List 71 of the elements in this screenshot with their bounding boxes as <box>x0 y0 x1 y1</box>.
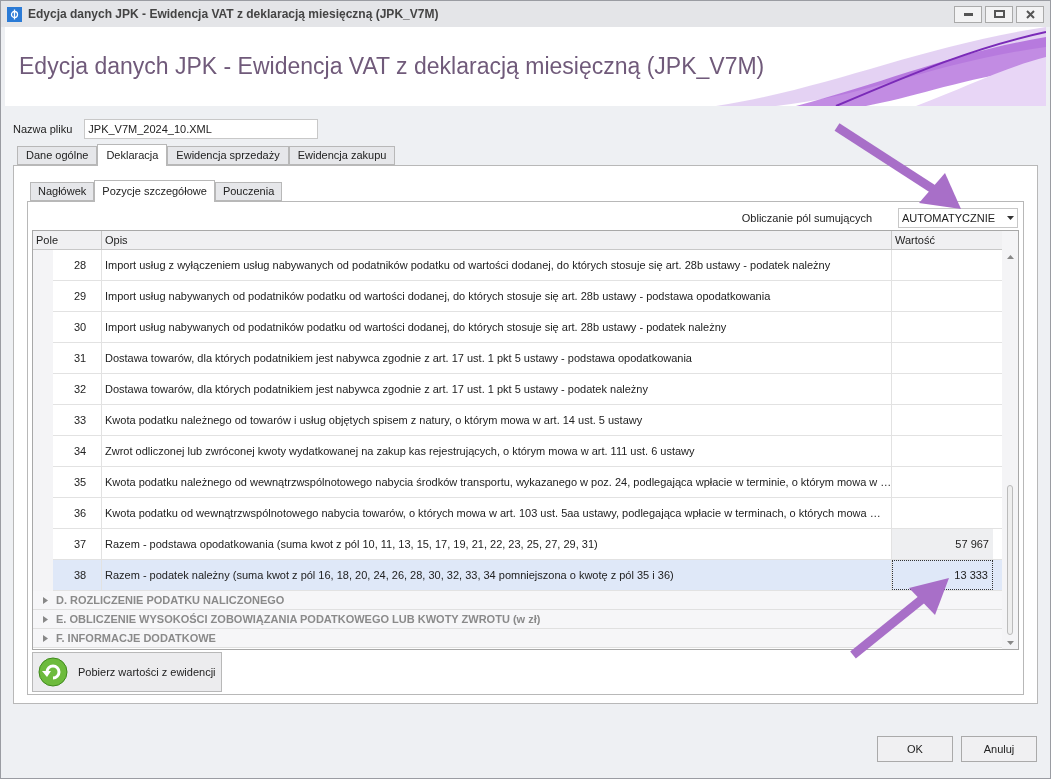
field-number-cell: 36 <box>53 498 102 528</box>
dialog-button[interactable]: Anuluj <box>961 736 1037 762</box>
table-row[interactable]: 37 Razem - podstawa opodatkowania (suma kwot z pól 10, 11, 13, 15, 17, 19, 21, 22, 23, 25, 27, 29, 31) 57 967 <box>53 529 1002 560</box>
fetch-values-button[interactable]: Pobierz wartości z ewidencji <box>32 652 222 692</box>
field-number-cell: 32 <box>53 374 102 404</box>
table-row[interactable]: 32 Dostawa towarów, dla których podatnikiem jest nabywca zgodnie z art. 17 ust. 1 pkt 5 ustawy - podatek należny <box>53 374 1002 405</box>
description-cell: Import usług nabywanych od podatników podatku od wartości dodanej, do których stosuje się art. 28b ustawy - podstawa opodatkowania <box>102 281 892 311</box>
description-cell: Dostawa towarów, dla których podatnikiem jest nabywca zgodnie z art. 17 ust. 1 pkt 5 ustawy - podatek należny <box>102 374 892 404</box>
description-cell: Dostawa towarów, dla których podatnikiem jest nabywca zgodnie z art. 17 ust. 1 pkt 5 ustawy - podstawa opodatkowania <box>102 343 892 373</box>
dialog-button[interactable]: OK <box>877 736 953 762</box>
description-cell: Kwota podatku od wewnątrzwspólnotowego nabycia towarów, o których mowa w art. 103 ust. 5aa ustawy, podlegająca wpłacie w terminach, o których mowa … <box>102 498 892 528</box>
close-icon <box>1025 9 1035 19</box>
description-cell: Zwrot odliczonej lub zwróconej kwoty wydatkowanej na zakup kas rejestrujących, o którym mowa w art. 111 ust. 6 ustawy <box>102 436 892 466</box>
value-cell[interactable]: 57 967 <box>892 529 993 559</box>
summing-dropdown[interactable]: AUTOMATYCZNIE <box>898 208 1018 228</box>
maximize-icon <box>993 10 1005 18</box>
tab[interactable]: Deklaracja <box>97 144 168 166</box>
description-cell: Import usług z wyłączeniem usług nabywanych od podatników podatku od wartości dodanej, do których stosuje się art. 28b ustawy - podatek należny <box>102 250 892 280</box>
description-cell: Import usług nabywanych od podatników podatku od wartości dodanej, do których stosuje się art. 28b ustawy - podatek należny <box>102 312 892 342</box>
tab[interactable]: Pozycje szczegółowe <box>94 180 215 202</box>
table-row[interactable]: 33 Kwota podatku należnego od towarów i usług objętych spisem z natury, o którym mowa w art. 14 ust. 5 ustawy <box>53 405 1002 436</box>
field-number-cell: 34 <box>53 436 102 466</box>
table-row[interactable]: 38 Razem - podatek należny (suma kwot z pól 16, 18, 20, 24, 26, 28, 30, 32, 33, 34 pomniejszona o kwotę z pól 35 i 36) 13 333 <box>53 560 1002 591</box>
file-name-label: Nazwa pliku <box>13 121 73 137</box>
summing-label: Obliczanie pól sumujących <box>741 210 872 226</box>
description-cell: Kwota podatku należnego od wewnątrzwspólnotowego nabycia środków transportu, wykazanego w poz. 24, podlegająca wpłacie w terminie, o którym mowa w … <box>102 467 892 497</box>
table-row[interactable]: 35 Kwota podatku należnego od wewnątrzwspólnotowego nabycia środków transportu, wykazanego w poz. 24, podlegająca wpłacie w terminie, o którym mowa w … <box>53 467 1002 498</box>
field-number-cell: 28 <box>53 250 102 280</box>
caret-icon[interactable] <box>43 634 48 642</box>
window-title: Edycja danych JPK - Ewidencja VAT z deklaracją miesięczną (JPK_V7M) <box>28 6 439 23</box>
scroll-thumb[interactable] <box>1007 485 1013 635</box>
table-row[interactable]: 34 Zwrot odliczonej lub zwróconej kwoty wydatkowanej na zakup kas rejestrujących, o którym mowa w art. 111 ust. 6 ustawy <box>53 436 1002 467</box>
scroll-up-icon[interactable] <box>1006 255 1014 259</box>
tab[interactable]: Ewidencja zakupu <box>288 146 396 165</box>
field-number-cell: 29 <box>53 281 102 311</box>
tab[interactable]: Nagłówek <box>30 182 95 201</box>
scroll-down-icon[interactable] <box>1006 641 1014 645</box>
table-row[interactable]: 29 Import usług nabywanych od podatników podatku od wartości dodanej, do których stosuje się art. 28b ustawy - podstawa opodatkowania <box>53 281 1002 312</box>
file-name-field[interactable]: JPK_V7M_2024_10.XML <box>84 119 319 139</box>
tab[interactable]: Ewidencja sprzedaży <box>167 146 289 165</box>
field-number-cell: 33 <box>53 405 102 435</box>
table-row[interactable]: 28 Import usług z wyłączeniem usług nabywanych od podatników podatku od wartości dodanej, do których stosuje się art. 28b ustawy - podatek należny <box>53 250 1002 281</box>
group-label: E. OBLICZENIE WYSOKOŚCI ZOBOWIĄZANIA PODATKOWEGO LUB KWOTY ZWROTU (w zł) <box>56 611 541 627</box>
column-header[interactable]: Pole <box>33 231 102 249</box>
description-cell: Kwota podatku należnego od towarów i usług objętych spisem z natury, o którym mowa w art. 14 ust. 5 ustawy <box>102 405 892 435</box>
table-row[interactable]: 30 Import usług nabywanych od podatników podatku od wartości dodanej, do których stosuje się art. 28b ustawy - podatek należny <box>53 312 1002 343</box>
table-row[interactable]: 36 Kwota podatku od wewnątrzwspólnotowego nabycia towarów, o których mowa w art. 103 ust. 5aa ustawy, podlegająca wpłacie w terminach, o których mowa … <box>53 498 1002 529</box>
scrollbar[interactable] <box>1002 231 1018 649</box>
minimize-button[interactable] <box>954 5 982 23</box>
group-label: F. INFORMACJE DODATKOWE <box>56 630 216 646</box>
caret-icon[interactable] <box>43 596 48 604</box>
maximize-button[interactable] <box>985 5 1013 23</box>
group-label: D. ROZLICZENIE PODATKU NALICZONEGO <box>56 592 285 608</box>
close-button[interactable] <box>1016 5 1044 23</box>
column-header[interactable]: Opis <box>102 231 892 249</box>
field-number-cell: 31 <box>53 343 102 373</box>
table-row[interactable]: 31 Dostawa towarów, dla których podatnikiem jest nabywca zgodnie z art. 17 ust. 1 pkt 5 ustawy - podstawa opodatkowania <box>53 343 1002 374</box>
minimize-icon <box>963 12 973 16</box>
column-header[interactable]: Wartość <box>892 231 993 249</box>
app-icon <box>7 6 22 22</box>
dropdown-caret-icon <box>1007 216 1014 220</box>
header-title: Edycja danych JPK - Ewidencja VAT z deklaracją miesięczną (JPK_V7M) <box>19 52 765 82</box>
field-number-cell: 30 <box>53 312 102 342</box>
caret-icon[interactable] <box>43 615 48 623</box>
description-cell: Razem - podatek należny (suma kwot z pól 16, 18, 20, 24, 26, 28, 30, 32, 33, 34 pomniejszona o kwotę z pól 35 i 36) <box>102 560 892 590</box>
refresh-icon <box>38 657 68 687</box>
tab[interactable]: Pouczenia <box>214 182 283 201</box>
tab[interactable]: Dane ogólne <box>17 146 98 165</box>
field-number-cell: 38 <box>53 560 102 590</box>
field-number-cell: 35 <box>53 467 102 497</box>
field-number-cell: 37 <box>53 529 102 559</box>
